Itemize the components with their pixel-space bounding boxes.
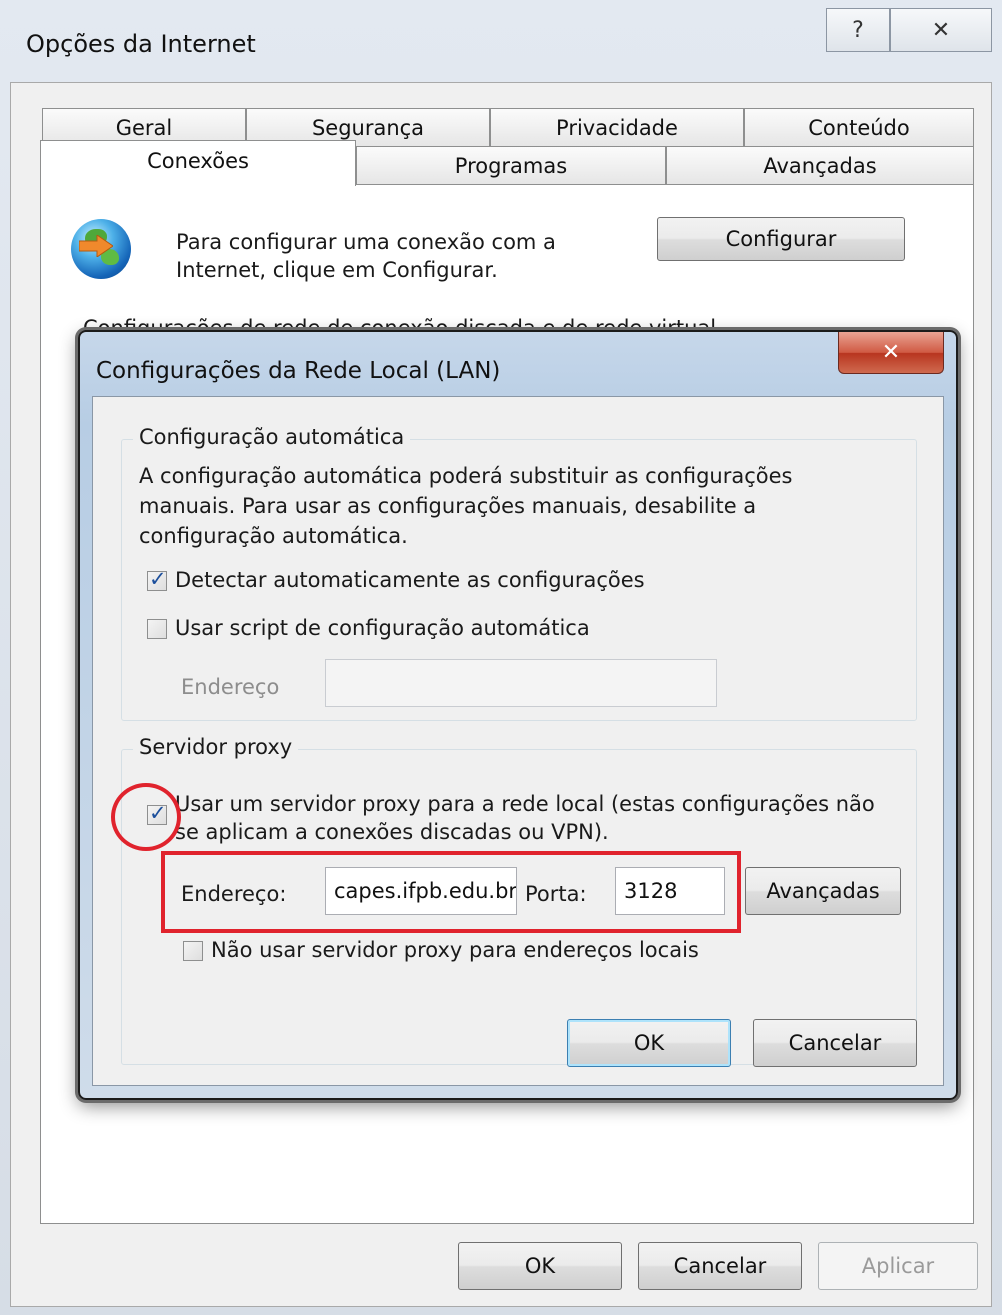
arrow-icon [79, 235, 113, 257]
annotation-rectangle [161, 851, 741, 933]
auto-config-description-2: manuais. Para usar as configurações manu… [139, 494, 757, 518]
auto-script-checkbox[interactable] [147, 619, 167, 639]
script-address-input[interactable] [325, 659, 717, 707]
cancel-button[interactable]: Cancelar [638, 1242, 802, 1290]
use-proxy-label-2: se aplicam a conexões discadas ou VPN). [175, 820, 609, 844]
lan-dialog-title: Configurações da Rede Local (LAN) [96, 358, 501, 384]
annotation-circle [111, 783, 181, 851]
tab-conteudo[interactable]: Conteúdo [744, 108, 974, 146]
lan-cancel-button[interactable]: Cancelar [753, 1019, 917, 1067]
auto-config-description-3: configuração automática. [139, 524, 408, 548]
lan-close-button[interactable]: ✕ [838, 332, 944, 374]
setup-text-line1: Para configurar uma conexão com a [176, 230, 556, 254]
bypass-local-checkbox[interactable] [183, 941, 203, 961]
ok-button[interactable]: OK [458, 1242, 622, 1290]
use-proxy-label-1: Usar um servidor proxy para a rede local… [175, 792, 875, 816]
script-address-label: Endereço [181, 675, 280, 699]
close-icon: ✕ [931, 17, 951, 43]
proxy-legend: Servidor proxy [133, 735, 299, 759]
help-button[interactable]: ? [826, 8, 890, 52]
auto-config-description-1: A configuração automática poderá substit… [139, 464, 793, 488]
auto-config-legend: Configuração automática [133, 425, 411, 449]
lan-ok-button[interactable]: OK [567, 1019, 731, 1067]
setup-text-line2: Internet, clique em Configurar. [176, 258, 498, 282]
lan-dialog-client: Configuração automática A configuração a… [92, 396, 944, 1086]
help-icon: ? [852, 17, 864, 43]
auto-script-label: Usar script de configuração automática [175, 616, 590, 640]
proxy-advanced-button[interactable]: Avançadas [745, 867, 901, 915]
bypass-local-label: Não usar servidor proxy para endereços l… [211, 938, 699, 962]
configure-button[interactable]: Configurar [657, 217, 905, 261]
tab-programas[interactable]: Programas [356, 146, 666, 184]
close-icon: ✕ [881, 340, 901, 365]
detect-settings-checkbox[interactable] [147, 567, 167, 591]
tab-conexoes[interactable]: Conexões [40, 140, 356, 186]
tab-privacidade[interactable]: Privacidade [490, 108, 744, 146]
window-title: Opções da Internet [26, 30, 256, 58]
lan-settings-dialog: Configurações da Rede Local (LAN) ✕ Conf… [78, 330, 958, 1100]
tab-avancadas[interactable]: Avançadas [666, 146, 974, 184]
window-close-button[interactable]: ✕ [890, 8, 992, 52]
detect-settings-label: Detectar automaticamente as configuraçõe… [175, 568, 645, 592]
apply-button[interactable]: Aplicar [818, 1242, 978, 1290]
